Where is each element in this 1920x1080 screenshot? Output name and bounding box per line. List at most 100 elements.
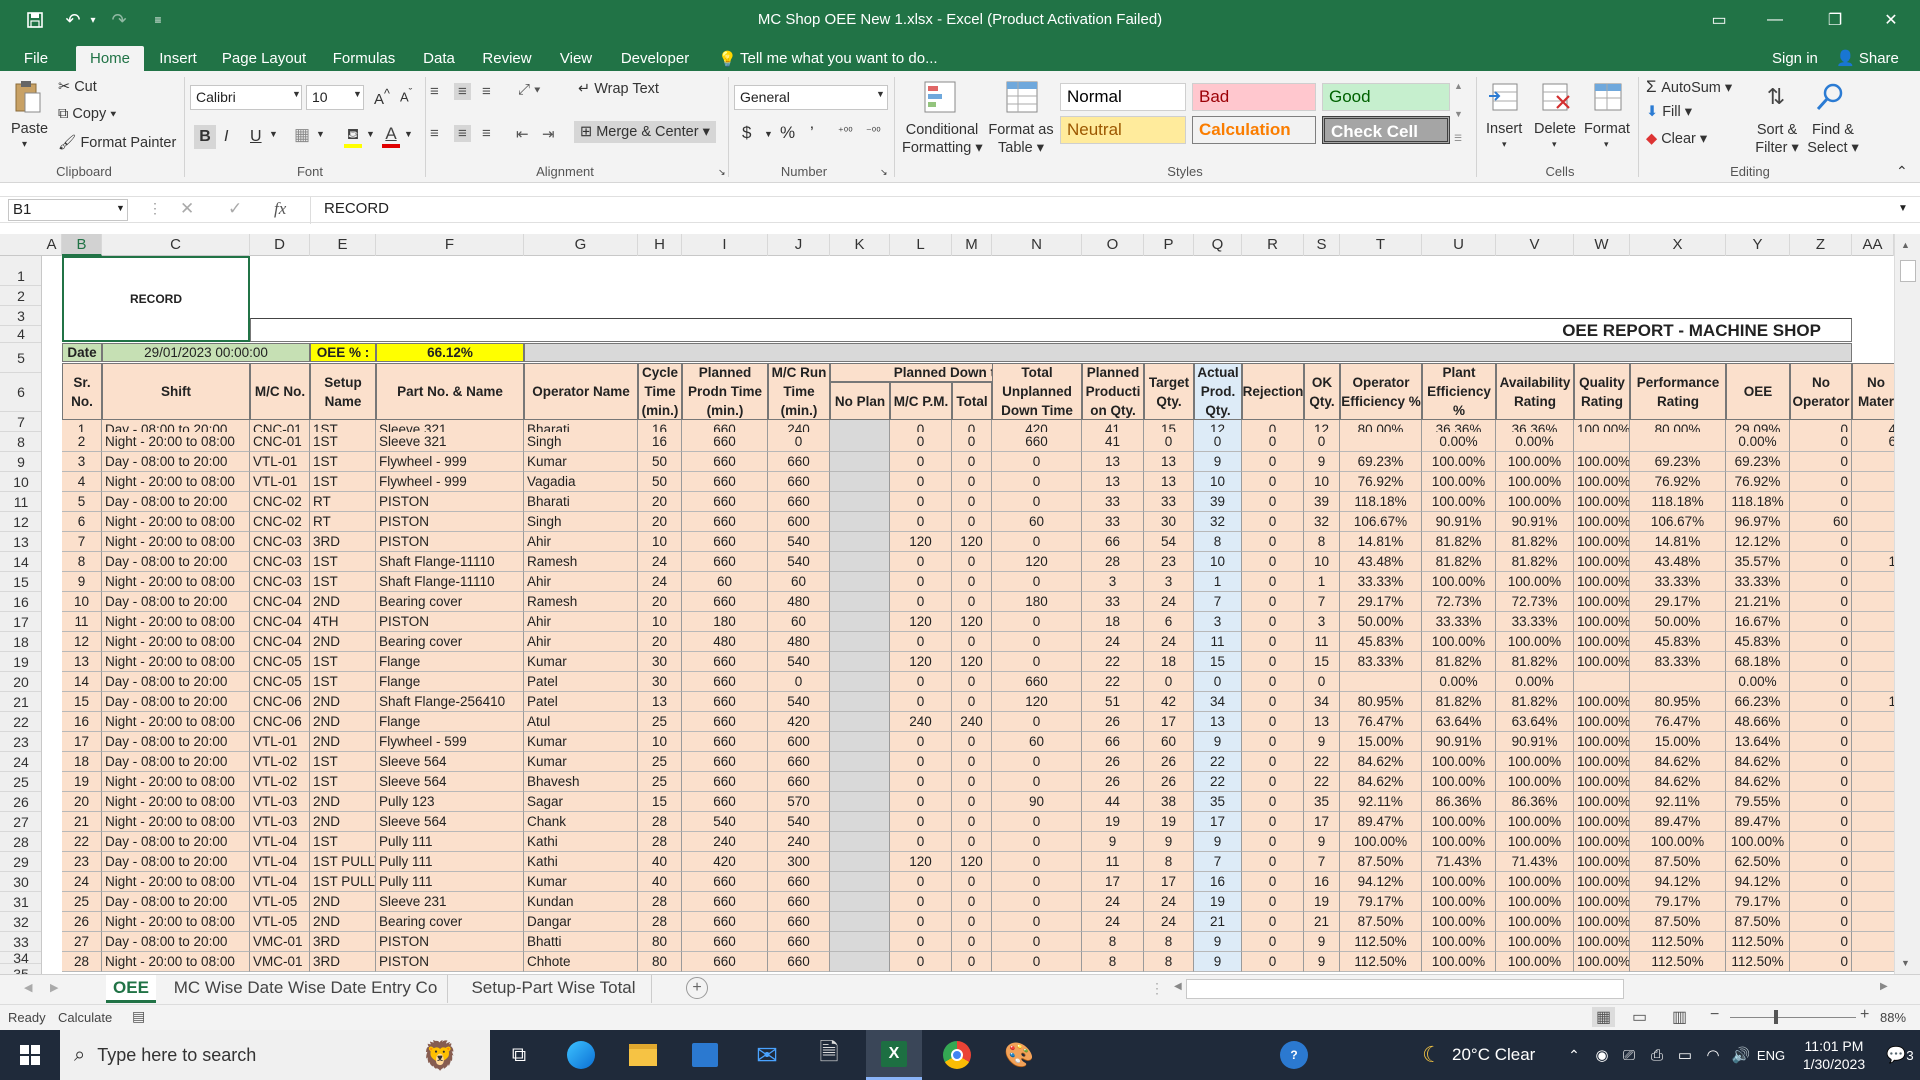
table-cell[interactable]: 0 xyxy=(890,692,952,712)
table-cell[interactable]: 24 xyxy=(1144,632,1194,652)
table-cell[interactable] xyxy=(1852,452,1894,472)
row-header[interactable]: 1 xyxy=(0,266,41,286)
percent-button[interactable]: % xyxy=(780,123,795,143)
table-cell[interactable]: 100.00% xyxy=(1574,612,1630,632)
table-cell[interactable]: 22 xyxy=(1194,772,1242,792)
table-cell[interactable]: 180 xyxy=(682,612,768,632)
table-cell[interactable]: 33 xyxy=(1082,592,1144,612)
table-cell[interactable]: 22 xyxy=(1082,652,1144,672)
table-cell[interactable]: 540 xyxy=(682,812,768,832)
table-cell[interactable]: 24 xyxy=(62,872,102,892)
italic-button[interactable]: I xyxy=(224,125,228,149)
table-cell[interactable]: Chhote xyxy=(524,952,638,972)
header-target[interactable]: Target Qty. xyxy=(1144,363,1194,420)
column-header[interactable]: C xyxy=(102,234,250,256)
column-header[interactable]: J xyxy=(768,234,830,256)
table-cell[interactable]: 0 xyxy=(992,872,1082,892)
table-cell[interactable]: 19 xyxy=(62,772,102,792)
table-cell[interactable]: PISTON xyxy=(376,932,524,952)
table-cell[interactable] xyxy=(1852,652,1894,672)
table-cell[interactable]: 30 xyxy=(638,672,682,692)
row-header[interactable]: 6 xyxy=(0,373,41,412)
table-cell[interactable]: 26 xyxy=(62,912,102,932)
table-cell[interactable]: 0 xyxy=(952,772,992,792)
table-cell[interactable]: 35.57% xyxy=(1726,552,1790,572)
column-header[interactable]: W xyxy=(1574,234,1630,256)
table-cell[interactable]: 7 xyxy=(62,532,102,552)
record-icon[interactable]: ◉ xyxy=(1590,1030,1614,1080)
table-cell[interactable]: Atul xyxy=(524,712,638,732)
table-cell[interactable]: 570 xyxy=(768,792,830,812)
table-cell[interactable] xyxy=(1852,472,1894,492)
report-title[interactable]: OEE REPORT - MACHINE SHOP xyxy=(250,318,1852,342)
prev-sheet-icon[interactable]: ◀ xyxy=(24,981,32,994)
table-cell[interactable]: 0 xyxy=(1144,672,1194,692)
table-cell[interactable]: 0 xyxy=(768,672,830,692)
table-cell[interactable]: 100.00% xyxy=(1574,632,1630,652)
table-cell[interactable]: 3RD xyxy=(310,532,376,552)
tab-insert[interactable]: Insert xyxy=(150,46,206,71)
table-cell[interactable]: 0 xyxy=(1242,952,1304,972)
table-cell[interactable]: 11 xyxy=(1082,852,1144,872)
font-size-dropdown-icon[interactable]: ▼ xyxy=(353,89,362,99)
column-header[interactable]: U xyxy=(1422,234,1496,256)
table-cell[interactable]: 0 xyxy=(1790,692,1852,712)
table-cell[interactable]: 0 xyxy=(890,872,952,892)
table-cell[interactable]: 100.00% xyxy=(1574,852,1630,872)
table-cell[interactable]: 660 xyxy=(768,932,830,952)
table-cell[interactable]: 0 xyxy=(1242,572,1304,592)
table-cell[interactable]: 87.50% xyxy=(1340,852,1422,872)
table-cell[interactable]: 66.23% xyxy=(1726,692,1790,712)
table-cell[interactable]: 14.81% xyxy=(1340,532,1422,552)
table-cell[interactable]: 0 xyxy=(1194,432,1242,452)
table-cell[interactable]: 0 xyxy=(1790,812,1852,832)
table-cell[interactable]: 1ST xyxy=(310,672,376,692)
table-cell[interactable]: Night - 20:00 to 08:00 xyxy=(102,612,250,632)
table-cell[interactable]: 0 xyxy=(952,952,992,972)
table-cell[interactable]: 0 xyxy=(992,652,1082,672)
table-cell[interactable]: 100.00% xyxy=(1422,572,1496,592)
table-cell[interactable]: 22 xyxy=(62,832,102,852)
table-cell[interactable]: 71.43% xyxy=(1496,852,1574,872)
table-cell[interactable]: 100.00% xyxy=(1496,912,1574,932)
row-header[interactable]: 7 xyxy=(0,412,41,432)
table-cell[interactable]: 0 xyxy=(890,732,952,752)
font-color-dropdown-icon[interactable]: ▼ xyxy=(404,129,413,139)
table-cell[interactable] xyxy=(830,732,890,752)
table-cell[interactable]: 28 xyxy=(638,892,682,912)
bold-button[interactable]: B xyxy=(194,125,216,149)
table-cell[interactable]: 69.23% xyxy=(1340,452,1422,472)
table-cell[interactable]: 17 xyxy=(62,732,102,752)
table-cell[interactable]: 20 xyxy=(638,492,682,512)
table-cell[interactable]: 0 xyxy=(1242,892,1304,912)
table-cell[interactable]: VTL-04 xyxy=(250,852,310,872)
style-good[interactable]: Good xyxy=(1322,83,1450,111)
table-cell[interactable]: 106.67% xyxy=(1630,512,1726,532)
table-cell[interactable]: 60 xyxy=(768,572,830,592)
tab-review[interactable]: Review xyxy=(474,46,540,71)
table-cell[interactable]: 0 xyxy=(890,512,952,532)
zoom-slider-handle[interactable] xyxy=(1774,1010,1778,1024)
table-cell[interactable]: 0 xyxy=(1144,432,1194,452)
table-cell[interactable]: 21.21% xyxy=(1726,592,1790,612)
header-run[interactable]: M/C Run Time (min.) xyxy=(768,363,830,420)
clear-button[interactable]: ◆ Clear ▾ xyxy=(1646,131,1707,147)
table-cell[interactable]: 660 xyxy=(768,492,830,512)
table-cell[interactable]: 9 xyxy=(1304,952,1340,972)
header-rejection[interactable]: Rejection xyxy=(1242,363,1304,420)
table-cell[interactable]: 100.00% xyxy=(1574,792,1630,812)
table-cell[interactable]: 13 xyxy=(1144,472,1194,492)
table-cell[interactable]: Night - 20:00 to 08:00 xyxy=(102,572,250,592)
table-cell[interactable]: 3 xyxy=(1082,572,1144,592)
header-perf[interactable]: Performance Rating xyxy=(1630,363,1726,420)
split-handle-icon[interactable]: ⋮ xyxy=(1150,980,1164,997)
number-format-dropdown-icon[interactable]: ▼ xyxy=(876,89,885,99)
tab-home[interactable]: Home xyxy=(76,46,144,71)
table-cell[interactable]: 0 xyxy=(890,492,952,512)
table-cell[interactable]: 0 xyxy=(890,552,952,572)
table-cell[interactable]: 0 xyxy=(890,432,952,452)
table-cell[interactable]: 0 xyxy=(1304,672,1340,692)
camera-icon[interactable]: ⎙ xyxy=(1644,1030,1670,1080)
table-cell[interactable]: 29.17% xyxy=(1340,592,1422,612)
table-cell[interactable]: Ramesh xyxy=(524,592,638,612)
